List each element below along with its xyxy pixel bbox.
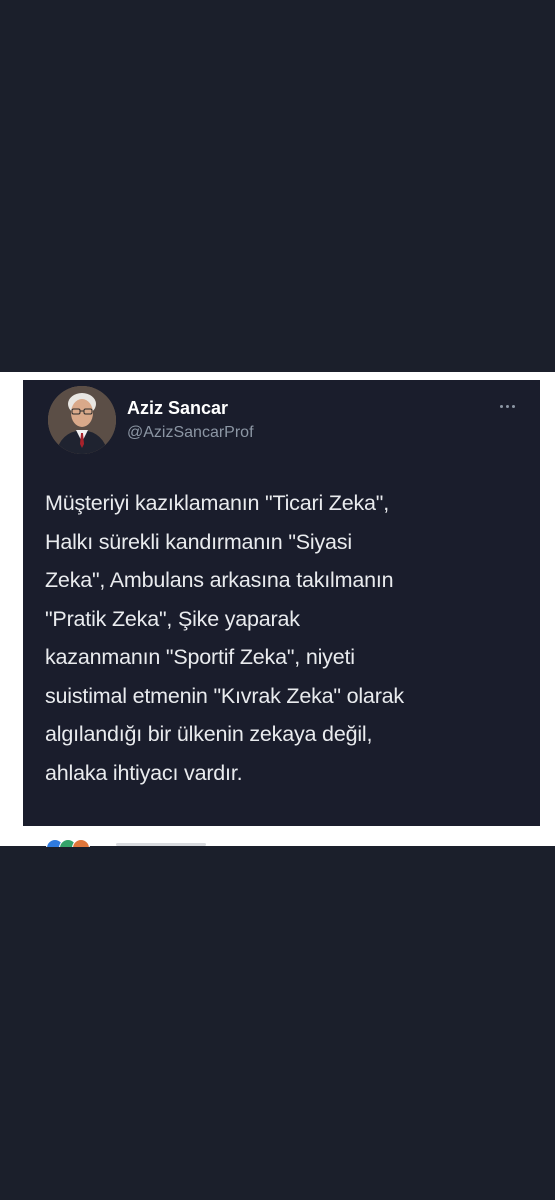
ellipsis-dot bbox=[511, 404, 515, 408]
tweet-text: Müşteriyi kazıklamanın "Ticari Zeka", Ha… bbox=[45, 491, 404, 785]
author-handle[interactable]: @AzizSancarProf bbox=[127, 423, 254, 443]
more-options-button[interactable] bbox=[494, 396, 520, 416]
reaction-count-cropped bbox=[116, 843, 206, 846]
author-avatar[interactable] bbox=[48, 386, 116, 454]
author-name[interactable]: Aziz Sancar bbox=[127, 397, 228, 419]
profile-photo-icon bbox=[48, 386, 116, 454]
reaction-icon bbox=[72, 839, 90, 847]
ellipsis-icon bbox=[499, 404, 503, 408]
empty-top-area bbox=[0, 0, 555, 372]
ellipsis-dot bbox=[505, 404, 509, 408]
reaction-icons bbox=[46, 839, 116, 847]
screenshot-page: Aziz Sancar @AzizSancarProf Müşteriyi ka… bbox=[0, 0, 555, 1200]
